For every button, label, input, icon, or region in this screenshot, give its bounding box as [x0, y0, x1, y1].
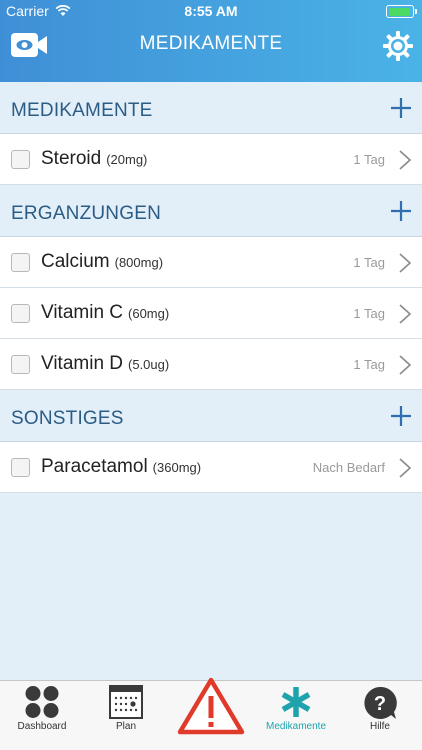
calendar-icon — [109, 685, 143, 719]
checkbox[interactable] — [11, 150, 30, 169]
tab-plan[interactable]: Plan — [84, 681, 168, 750]
item-name: Steroid (20mg) — [41, 148, 148, 169]
item-name: Paracetamol (360mg) — [41, 456, 202, 477]
list-item[interactable]: Vitamin D (5.0ug) 1 Tag — [0, 339, 422, 390]
item-frequency: 1 Tag — [353, 357, 385, 372]
tab-medikamente[interactable]: Medikamente — [254, 681, 338, 750]
tab-hilfe[interactable]: ? Hilfe — [338, 681, 422, 750]
item-frequency: 1 Tag — [353, 255, 385, 270]
chevron-right-icon — [399, 253, 412, 273]
tab-label: Plan — [115, 721, 136, 732]
page-title: MEDIKAMENTE — [139, 33, 283, 54]
section-title: MEDIKAMENTE — [11, 100, 153, 121]
asterisk-icon — [281, 687, 311, 717]
section-title: ERGANZUNGEN — [11, 203, 161, 224]
item-dose: (800mg) — [114, 255, 164, 270]
chevron-right-icon — [399, 150, 412, 170]
chevron-right-icon — [399, 304, 412, 324]
item-dose: (60mg) — [128, 306, 170, 321]
settings-button[interactable] — [382, 30, 414, 62]
help-question-icon: ? — [364, 686, 397, 719]
tab-bar: Dashboard Plan Medikamente ? Hilfe — [0, 677, 422, 750]
list-item[interactable]: Steroid (20mg) 1 Tag — [0, 134, 422, 185]
item-dose: (360mg) — [152, 460, 202, 475]
item-dose: (20mg) — [106, 152, 148, 167]
list-item[interactable]: Calcium (800mg) 1 Tag — [0, 237, 422, 288]
item-dose: (5.0ug) — [128, 357, 170, 372]
status-bar: Carrier 8:55 AM — [0, 0, 422, 22]
chevron-right-icon — [399, 458, 412, 478]
checkbox[interactable] — [11, 355, 30, 374]
checkbox[interactable] — [11, 253, 30, 272]
item-name: Calcium (800mg) — [41, 251, 164, 272]
section-header-erganzungen: ERGANZUNGEN — [0, 185, 422, 237]
add-erganzung-button[interactable] — [390, 200, 412, 222]
tab-label: Medikamente — [265, 721, 327, 732]
list-item[interactable]: Vitamin C (60mg) 1 Tag — [0, 288, 422, 339]
section-title: SONSTIGES — [11, 408, 124, 429]
item-name: Vitamin C (60mg) — [41, 302, 170, 323]
tab-label: Hilfe — [369, 721, 390, 732]
section-header-medikamente: MEDIKAMENTE — [0, 82, 422, 134]
checkbox[interactable] — [11, 304, 30, 323]
item-frequency: 1 Tag — [353, 152, 385, 167]
item-frequency: 1 Tag — [353, 306, 385, 321]
battery-icon — [386, 5, 417, 18]
item-name: Vitamin D (5.0ug) — [41, 353, 170, 374]
checkbox[interactable] — [11, 458, 30, 477]
list-item[interactable]: Paracetamol (360mg) Nach Bedarf — [0, 442, 422, 493]
dashboard-circles-icon — [25, 686, 59, 718]
tab-label: Dashboard — [17, 721, 67, 732]
settings-gear-icon — [383, 31, 413, 61]
svg-text:?: ? — [374, 693, 386, 715]
medication-list: MEDIKAMENTE Steroid (20mg) 1 Tag ERGANZUN… — [0, 82, 422, 493]
add-sonstiges-button[interactable] — [390, 405, 412, 427]
tab-alert[interactable] — [168, 677, 254, 750]
chevron-right-icon — [399, 355, 412, 375]
add-medikament-button[interactable] — [390, 97, 412, 119]
tab-dashboard[interactable]: Dashboard — [0, 681, 84, 750]
status-time: 8:55 AM — [184, 3, 238, 19]
header: Carrier 8:55 AM MEDIKAMENTE — [0, 0, 422, 82]
section-header-sonstiges: SONSTIGES — [0, 390, 422, 442]
item-frequency: Nach Bedarf — [312, 460, 385, 475]
warning-triangle-icon — [177, 677, 245, 735]
